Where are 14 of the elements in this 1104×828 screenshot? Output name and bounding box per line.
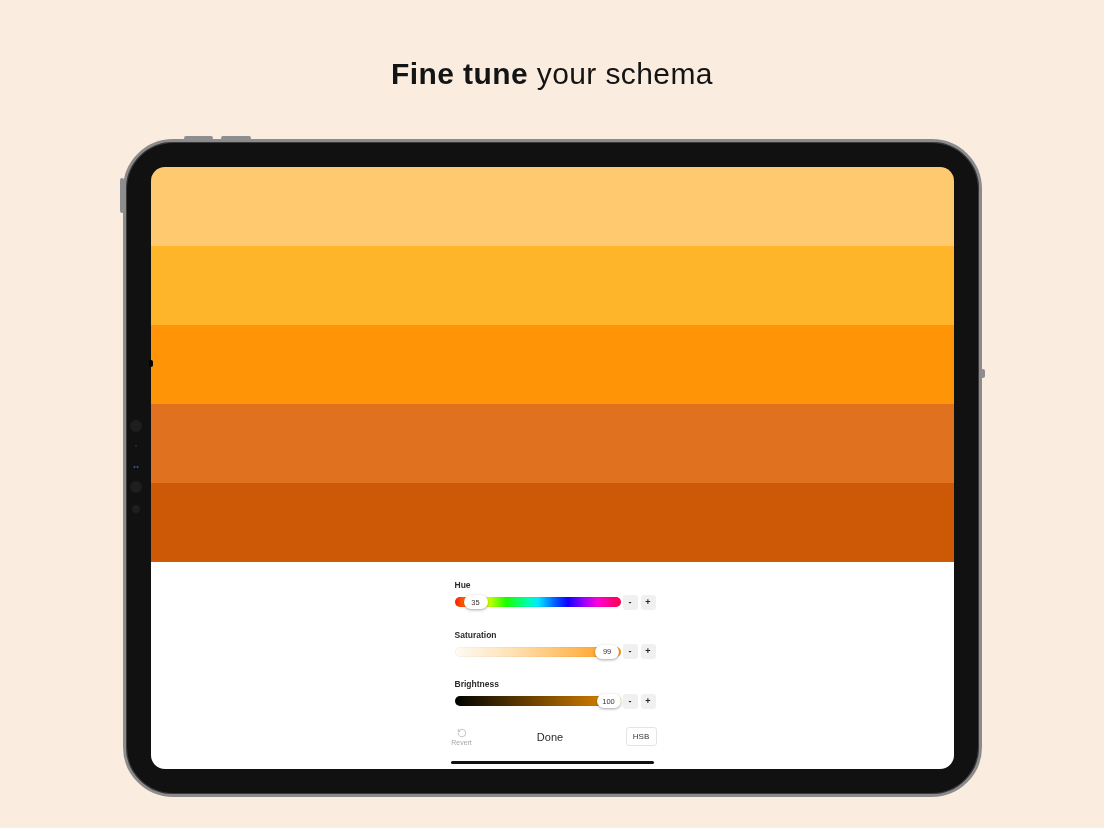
increment-button[interactable]: + — [640, 644, 656, 659]
counterclockwise-arrow-icon — [456, 728, 467, 738]
decrement-button[interactable]: - — [622, 594, 638, 610]
decrement-button[interactable]: - — [622, 644, 638, 659]
mode-button[interactable]: HSB — [625, 727, 657, 746]
camera-sensors-icon — [128, 420, 143, 515]
increment-button[interactable]: + — [640, 594, 656, 610]
slider-label: Brightness — [454, 679, 499, 689]
done-button[interactable]: Done — [536, 731, 564, 744]
slider-label: Saturation — [454, 629, 497, 640]
increment-button[interactable]: + — [640, 693, 656, 709]
decrement-button[interactable]: - — [622, 693, 638, 709]
slider-label: Hue — [454, 580, 471, 590]
headline: Fine tune your schema — [391, 56, 713, 92]
